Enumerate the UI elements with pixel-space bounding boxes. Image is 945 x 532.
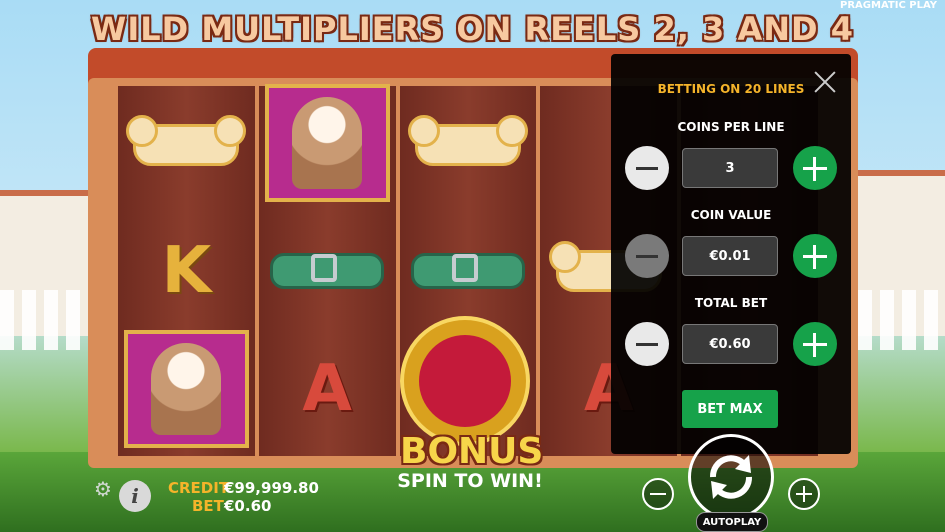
total-bet-decrease-button[interactable] [625, 322, 669, 366]
coins-per-line-value: 3 [682, 148, 778, 188]
bone-symbol [124, 90, 249, 200]
bet-max-button[interactable]: BET MAX [682, 390, 778, 428]
promo-title: WILD MULTIPLIERS ON REELS 2, 3 AND 4 [91, 10, 854, 48]
dog-icon [151, 343, 222, 435]
brand-logo: PRAGMATIC PLAY [840, 0, 937, 11]
dog-symbol [124, 330, 249, 448]
plus-icon [796, 486, 812, 502]
coins-per-line-decrease-button[interactable] [625, 146, 669, 190]
bet-decrease-button[interactable] [642, 478, 674, 510]
bonus-symbol: BONUS [400, 316, 544, 476]
total-bet-value: €0.60 [682, 324, 778, 364]
coins-per-line-label: COINS PER LINE [677, 120, 785, 134]
total-bet-label: TOTAL BET [694, 296, 768, 310]
plus-icon [803, 332, 827, 357]
coin-value-increase-button[interactable] [793, 234, 837, 278]
reel-2: A [258, 84, 396, 456]
total-bet-increase-button[interactable] [793, 322, 837, 366]
autoplay-button[interactable]: AUTOPLAY [696, 512, 768, 532]
credit-value: €99,999.80 [224, 479, 319, 497]
k-symbol: K [161, 234, 212, 308]
minus-icon [650, 493, 666, 495]
bet-settings-panel: BETTING ON 20 LINES COINS PER LINE 3 COI… [611, 54, 851, 454]
a-symbol: A [302, 352, 352, 426]
bonus-label: BONUS [400, 431, 544, 472]
info-icon[interactable]: i [119, 480, 151, 512]
spin-arrows-icon [710, 455, 752, 499]
spin-to-win-text: SPIN TO WIN! [397, 470, 543, 492]
collar-symbol [406, 216, 531, 326]
minus-icon [636, 342, 658, 346]
coins-per-line-increase-button[interactable] [793, 146, 837, 190]
collar-symbol [265, 216, 390, 326]
bet-value: €0.60 [224, 497, 272, 515]
coin-value-decrease-button[interactable] [625, 234, 669, 278]
paw-icon [400, 316, 530, 446]
dog-icon [292, 97, 363, 189]
coin-value-label: COIN VALUE [690, 208, 772, 222]
minus-icon [636, 254, 658, 258]
spin-button[interactable] [688, 434, 774, 520]
bone-symbol [406, 90, 531, 200]
dog-symbol [264, 84, 390, 202]
minus-icon [636, 166, 658, 170]
coin-value-value: €0.01 [682, 236, 778, 276]
reel-1: K [118, 86, 255, 456]
gear-icon[interactable]: ⚙ [94, 477, 112, 501]
plus-icon [803, 156, 827, 181]
plus-icon [803, 244, 827, 269]
credit-label: CREDIT [168, 479, 230, 497]
close-icon[interactable] [809, 66, 841, 98]
bet-increase-button[interactable] [788, 478, 820, 510]
bet-label: BET [192, 497, 224, 515]
